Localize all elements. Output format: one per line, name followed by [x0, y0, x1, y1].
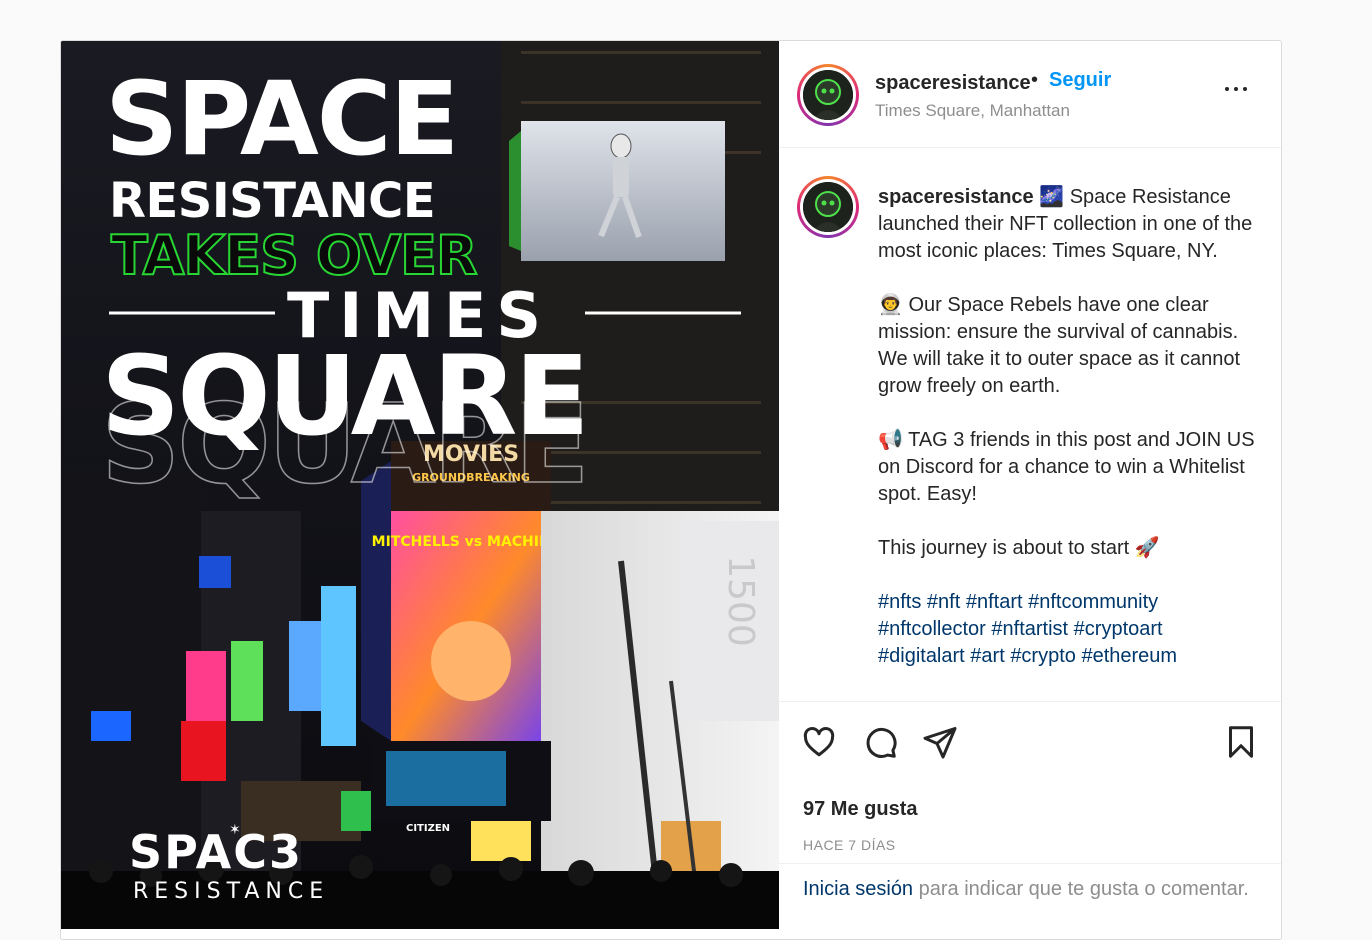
caption-avatar[interactable] [797, 176, 859, 238]
bookmark-icon[interactable] [1223, 724, 1259, 760]
login-prompt-text: para indicar que te gusta o comentar. [913, 878, 1249, 900]
more-options-icon[interactable] [1223, 79, 1253, 99]
billboard-citizen: CITIZEN [406, 823, 450, 834]
instagram-post: MOVIES GROUNDBREAKING MITCHELLS vs MACHI… [60, 40, 1282, 940]
hashtag-link[interactable]: #cryptoart [1074, 618, 1163, 640]
times-square-scene: MOVIES GROUNDBREAKING MITCHELLS vs MACHI… [61, 41, 779, 929]
login-prompt: Inicia sesión para indicar que te gusta … [779, 863, 1281, 939]
hashtag-link[interactable]: #nftcollector [878, 618, 986, 640]
megaphone-icon: 📢 [878, 429, 903, 451]
hashtag-link[interactable]: #nftcommunity [1028, 591, 1158, 613]
caption-username[interactable]: spaceresistance [878, 186, 1034, 208]
hashtag-link[interactable]: #art [970, 645, 1004, 667]
caption-tag-friends: TAG 3 friends in this post and JOIN US o… [878, 429, 1255, 505]
follow-button[interactable]: Seguir [1049, 69, 1111, 92]
billboard-groundbreaking: GROUNDBREAKING [412, 471, 530, 484]
billboard-movies: MOVIES [423, 442, 519, 467]
building-number: 1500 [720, 555, 761, 647]
post-location[interactable]: Times Square, Manhattan [875, 101, 1070, 121]
post-header: spaceresistance • Seguir Times Square, M… [779, 41, 1281, 148]
like-count[interactable]: 97 Me gusta [803, 798, 917, 821]
heart-icon[interactable] [801, 724, 837, 760]
post-timestamp[interactable]: HACE 7 DÍAS [803, 837, 896, 853]
astronaut-avatar-icon [803, 182, 853, 232]
astronaut-avatar-icon [803, 70, 853, 120]
hashtag-link[interactable]: #nft [927, 591, 960, 613]
avatar[interactable] [797, 64, 859, 126]
post-caption: spaceresistance 🌌 Space Resistance launc… [878, 184, 1268, 670]
comment-icon[interactable] [862, 724, 898, 760]
billboard-mitchells: MITCHELLS vs MACHINES [372, 534, 571, 550]
caption-mission: Our Space Rebels have one clear mission:… [878, 294, 1241, 397]
caption-area: spaceresistance 🌌 Space Resistance launc… [779, 148, 1281, 701]
hashtag-link[interactable]: #nftart [966, 591, 1023, 613]
share-icon[interactable] [922, 724, 958, 760]
rocket-icon: 🚀 [1134, 537, 1160, 559]
hashtag-link[interactable]: #nftartist [991, 618, 1068, 640]
post-image[interactable]: MOVIES GROUNDBREAKING MITCHELLS vs MACHI… [61, 41, 779, 929]
hashtag-link[interactable]: #digitalart [878, 645, 965, 667]
galaxy-icon: 🌌 [1039, 186, 1065, 208]
header-username[interactable]: spaceresistance [875, 72, 1031, 95]
hashtag-link[interactable]: #ethereum [1081, 645, 1177, 667]
hashtag-list: #nfts #nft #nftart #nftcommunity #nftcol… [878, 589, 1268, 670]
login-link[interactable]: Inicia sesión [803, 878, 913, 900]
header-separator: • [1031, 69, 1039, 91]
hashtag-link[interactable]: #crypto [1010, 645, 1076, 667]
caption-journey: This journey is about to start [878, 537, 1130, 559]
post-sidebar: spaceresistance • Seguir Times Square, M… [779, 41, 1281, 929]
astronaut-icon: 👨‍🚀 [878, 294, 903, 316]
hashtag-link[interactable]: #nfts [878, 591, 921, 613]
post-actions: 97 Me gusta HACE 7 DÍAS Inicia sesión pa… [779, 701, 1281, 929]
